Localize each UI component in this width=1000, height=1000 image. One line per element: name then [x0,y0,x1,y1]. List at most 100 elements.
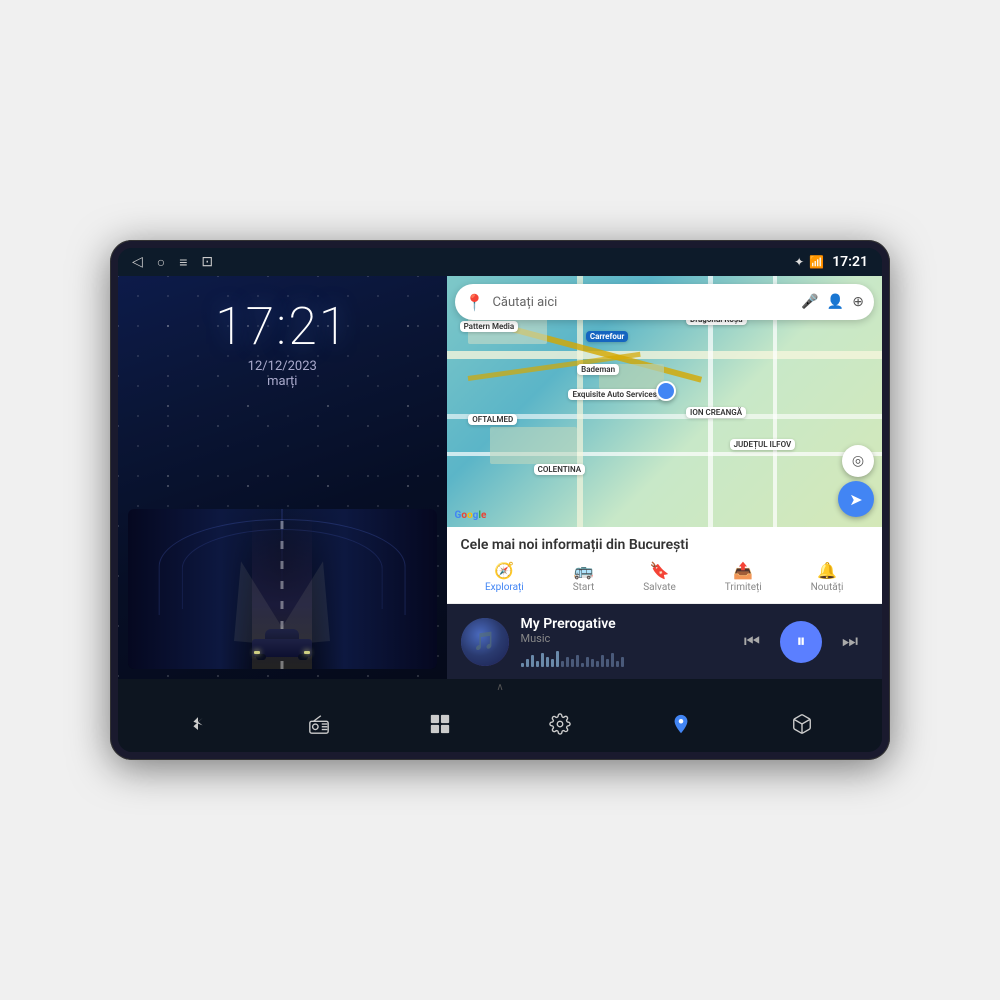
account-icon[interactable]: 👤 [827,294,844,310]
status-bar: ◁ ○ ≡ ⊡ ✦ 📶 17:21 [118,248,882,276]
music-controls: ⏮ ⏸ ⏭ [734,621,868,663]
clock-day: marți [215,374,349,389]
music-info: My Prerogative Music [521,616,722,667]
tab-start-label: Start [573,582,595,593]
status-bar-left: ◁ ○ ≡ ⊡ [132,254,213,271]
right-panel: Pattern Media Carrefour Dragonul Roșu Ba… [447,276,882,679]
map-label-bademan: Bademan [577,364,619,375]
google-maps-pin-icon: 📍 [465,293,485,312]
music-title: My Prerogative [521,616,722,632]
wave-bar-13 [586,657,589,667]
nav-apps[interactable] [429,713,451,735]
radio-icon [308,713,330,735]
wave-bar-16 [601,655,604,667]
tab-explorati[interactable]: 🧭 Explorați [485,561,524,593]
tab-trimiteti-label: Trimiteți [725,582,762,593]
bottom-nav [118,696,882,752]
left-panel: 17:21 12/12/2023 marți [118,276,447,679]
nav-settings[interactable] [549,713,571,735]
tab-explorati-label: Explorați [485,582,524,593]
status-icons: ✦ 📶 [794,255,824,269]
prev-button[interactable]: ⏮ [734,624,770,660]
wave-bar-7 [556,651,559,667]
next-button[interactable]: ⏭ [832,624,868,660]
home-icon[interactable]: ○ [157,254,165,271]
tab-noutati-label: Noutăți [811,582,844,593]
menu-icon[interactable]: ≡ [179,254,187,271]
status-bar-right: ✦ 📶 17:21 [794,254,868,270]
info-tabs: 🧭 Explorați 🚌 Start 🔖 Salvate 📤 [461,561,868,593]
tab-salvate-label: Salvate [643,582,676,593]
clock-date: 12/12/2023 [215,359,349,374]
album-art: 🎵 [461,618,509,666]
wave-bar-14 [591,659,594,667]
back-icon[interactable]: ◁ [132,254,143,270]
map-label-carrefour: Carrefour [586,331,628,342]
map-label-colentina: COLENTINA [534,464,585,475]
map-block3 [490,427,577,465]
wave-bar-18 [611,653,614,667]
road-h1 [447,351,882,359]
nav-maps[interactable] [670,713,692,735]
nav-3d[interactable] [791,713,813,735]
map-search-text[interactable]: Căutați aici [492,295,793,310]
apps-icon [429,713,451,735]
tab-noutati[interactable]: 🔔 Noutăți [811,561,844,593]
music-waveform [521,651,722,667]
main-content: 17:21 12/12/2023 marți [118,276,882,679]
clock-time: 17:21 [215,296,349,357]
wave-bar-3 [536,661,539,667]
nav-radio[interactable] [308,713,330,735]
wifi-status-icon: 📶 [809,255,824,269]
info-banner-title: Cele mai noi informații din București [461,537,868,553]
wave-bar-8 [561,661,564,667]
nav-chevron-bar: ∧ [118,679,882,696]
wave-bar-15 [596,661,599,667]
map-label-exquisite: Exquisite Auto Services [568,389,660,400]
wave-bar-11 [576,655,579,667]
map-search-bar[interactable]: 📍 Căutați aici 🎤 👤 ⊕ [455,284,874,320]
nav-bluetooth[interactable] [187,713,209,735]
bus-icon: 🚌 [574,561,594,580]
wave-bar-2 [531,655,534,667]
play-pause-button[interactable]: ⏸ [780,621,822,663]
wave-bar-19 [616,661,619,667]
navigation-pin [656,381,676,401]
map-label-pattern: Pattern Media [460,321,519,332]
wave-bar-0 [521,663,524,667]
clock-display: 17:21 12/12/2023 marți [215,296,349,389]
map-label-ioncreanga: ION CREANGĂ [686,407,746,418]
chevron-up-icon[interactable]: ∧ [496,682,503,693]
microphone-icon[interactable]: 🎤 [801,294,818,310]
share-icon: 📤 [733,561,753,580]
music-subtitle: Music [521,632,722,645]
wave-bar-20 [621,657,624,667]
music-player: 🎵 My Prerogative Music ⏮ ⏸ ⏭ [447,604,882,679]
bell-icon: 🔔 [817,561,837,580]
wave-bar-1 [526,659,529,667]
tab-salvate[interactable]: 🔖 Salvate [643,561,676,593]
wave-bar-4 [541,653,544,667]
wave-bar-10 [571,659,574,667]
wave-bar-17 [606,659,609,667]
settings-icon [549,713,571,735]
map-navigate-button[interactable]: ➤ [838,481,874,517]
screenshot-icon[interactable]: ⊡ [201,254,213,270]
map-search-actions: 🎤 👤 ⊕ [801,294,864,310]
google-logo: Google [455,510,487,521]
map-label-oftalmed: OFTALMED [468,414,517,425]
map-location-button[interactable]: ◎ [842,445,874,477]
wave-bar-5 [546,657,549,667]
device: ◁ ○ ≡ ⊡ ✦ 📶 17:21 17:21 12/12/2023 [110,240,890,760]
status-time: 17:21 [832,254,868,270]
map-label-judet: JUDEȚUL ILFOV [730,439,796,450]
tab-trimiteti[interactable]: 📤 Trimiteți [725,561,762,593]
map-section[interactable]: Pattern Media Carrefour Dragonul Roșu Ba… [447,276,882,527]
tab-start[interactable]: 🚌 Start [573,561,595,593]
layers-icon[interactable]: ⊕ [852,294,864,310]
bluetooth-status-icon: ✦ [794,255,804,269]
wave-bar-12 [581,663,584,667]
info-banner: Cele mai noi informații din București 🧭 … [447,527,882,604]
maps-icon [670,713,692,735]
car-silhouette [252,629,312,657]
